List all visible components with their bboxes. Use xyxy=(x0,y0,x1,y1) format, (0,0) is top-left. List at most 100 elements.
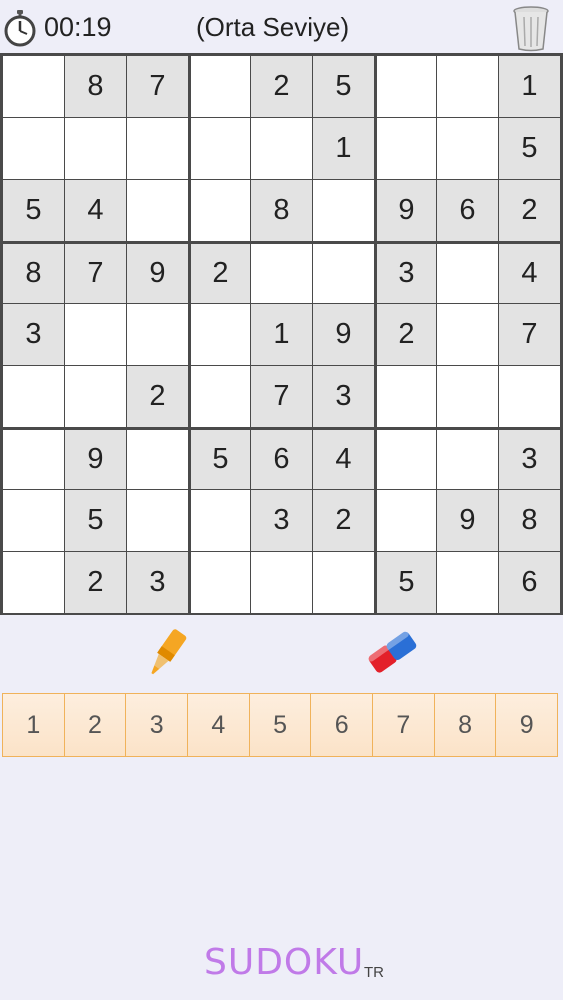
sudoku-cell[interactable]: 2 xyxy=(251,56,312,117)
number-key[interactable]: 9 xyxy=(496,694,558,756)
sudoku-cell[interactable] xyxy=(191,118,250,179)
sudoku-cell[interactable]: 2 xyxy=(313,490,374,551)
sudoku-cell[interactable] xyxy=(437,552,498,613)
sudoku-cell[interactable]: 2 xyxy=(127,366,188,427)
sudoku-cell[interactable]: 5 xyxy=(313,56,374,117)
sudoku-cell[interactable] xyxy=(437,430,498,489)
sudoku-cell[interactable] xyxy=(191,56,250,117)
sudoku-cell[interactable] xyxy=(127,490,188,551)
sudoku-cell[interactable] xyxy=(191,304,250,365)
sudoku-cell[interactable] xyxy=(3,552,64,613)
sudoku-cell[interactable] xyxy=(313,180,374,241)
sudoku-cell[interactable]: 3 xyxy=(251,490,312,551)
sudoku-cell[interactable]: 9 xyxy=(127,244,188,303)
number-key[interactable]: 4 xyxy=(188,694,249,756)
sudoku-cell[interactable]: 2 xyxy=(191,244,250,303)
number-key[interactable]: 2 xyxy=(64,694,126,756)
number-key[interactable]: 5 xyxy=(249,694,311,756)
sudoku-cell[interactable]: 4 xyxy=(313,430,374,489)
sudoku-cell[interactable]: 2 xyxy=(65,552,126,613)
sudoku-cell[interactable] xyxy=(499,366,560,427)
sudoku-cell[interactable]: 5 xyxy=(3,180,64,241)
number-key[interactable]: 3 xyxy=(126,694,188,756)
number-key[interactable]: 6 xyxy=(311,694,373,756)
sudoku-cell[interactable] xyxy=(65,304,126,365)
sudoku-cell[interactable]: 7 xyxy=(127,56,188,117)
sudoku-cell[interactable]: 1 xyxy=(313,118,374,179)
sudoku-cell[interactable] xyxy=(437,366,498,427)
difficulty-label: (Orta Seviye) xyxy=(196,12,350,42)
timer-display: 00:19 xyxy=(44,12,112,42)
sudoku-cell[interactable]: 2 xyxy=(499,180,560,241)
sudoku-cell[interactable] xyxy=(3,118,64,179)
sudoku-cell[interactable]: 6 xyxy=(437,180,498,241)
sudoku-cell[interactable]: 8 xyxy=(65,56,126,117)
sudoku-cell[interactable] xyxy=(127,118,188,179)
sudoku-cell[interactable] xyxy=(191,366,250,427)
sudoku-cell[interactable]: 5 xyxy=(191,430,250,489)
app-logo: SUDOKU xyxy=(204,942,365,983)
sudoku-cell[interactable] xyxy=(127,304,188,365)
sudoku-cell[interactable] xyxy=(313,552,374,613)
sudoku-cell[interactable] xyxy=(437,56,498,117)
sudoku-cell[interactable]: 1 xyxy=(251,304,312,365)
sudoku-cell[interactable] xyxy=(251,552,312,613)
sudoku-cell[interactable] xyxy=(3,366,64,427)
sudoku-cell[interactable]: 5 xyxy=(65,490,126,551)
sudoku-cell[interactable]: 6 xyxy=(499,552,560,613)
sudoku-cell[interactable] xyxy=(437,244,498,303)
tool-bar xyxy=(0,620,563,686)
sudoku-cell[interactable] xyxy=(437,304,498,365)
sudoku-cell[interactable]: 9 xyxy=(437,490,498,551)
sudoku-cell[interactable] xyxy=(127,430,188,489)
sudoku-cell[interactable]: 4 xyxy=(499,244,560,303)
sudoku-cell[interactable]: 7 xyxy=(65,244,126,303)
number-pad: 123456789 xyxy=(2,693,558,757)
sudoku-cell[interactable]: 2 xyxy=(377,304,436,365)
sudoku-cell[interactable]: 4 xyxy=(65,180,126,241)
sudoku-cell[interactable] xyxy=(3,430,64,489)
sudoku-cell[interactable] xyxy=(313,244,374,303)
sudoku-cell[interactable] xyxy=(127,180,188,241)
sudoku-cell[interactable] xyxy=(3,56,64,117)
eraser-icon[interactable] xyxy=(363,628,423,678)
trash-icon[interactable] xyxy=(511,4,551,52)
sudoku-cell[interactable] xyxy=(251,244,312,303)
sudoku-cell[interactable]: 3 xyxy=(3,304,64,365)
sudoku-cell[interactable] xyxy=(191,552,250,613)
sudoku-cell[interactable] xyxy=(377,56,436,117)
sudoku-cell[interactable]: 3 xyxy=(499,430,560,489)
sudoku-cell[interactable] xyxy=(437,118,498,179)
sudoku-cell[interactable]: 7 xyxy=(499,304,560,365)
highlighter-icon[interactable] xyxy=(138,626,194,682)
sudoku-cell[interactable] xyxy=(377,490,436,551)
sudoku-cell[interactable]: 8 xyxy=(251,180,312,241)
sudoku-cell[interactable] xyxy=(377,118,436,179)
app-logo-suffix: TR xyxy=(364,964,384,981)
number-key[interactable]: 8 xyxy=(434,694,496,756)
sudoku-cell[interactable] xyxy=(377,430,436,489)
sudoku-cell[interactable]: 1 xyxy=(499,56,560,117)
number-key[interactable]: 1 xyxy=(3,694,64,756)
sudoku-cell[interactable]: 7 xyxy=(251,366,312,427)
sudoku-cell[interactable]: 5 xyxy=(499,118,560,179)
sudoku-cell[interactable] xyxy=(251,118,312,179)
sudoku-cell[interactable]: 3 xyxy=(313,366,374,427)
sudoku-cell[interactable]: 3 xyxy=(127,552,188,613)
sudoku-cell[interactable]: 9 xyxy=(313,304,374,365)
sudoku-cell[interactable] xyxy=(191,180,250,241)
sudoku-cell[interactable] xyxy=(3,490,64,551)
sudoku-cell[interactable]: 9 xyxy=(65,430,126,489)
sudoku-cell[interactable]: 5 xyxy=(377,552,436,613)
brand-footer: SUDOKU TR xyxy=(0,942,563,992)
sudoku-cell[interactable]: 3 xyxy=(377,244,436,303)
sudoku-cell[interactable] xyxy=(65,366,126,427)
sudoku-cell[interactable]: 8 xyxy=(3,244,64,303)
sudoku-cell[interactable]: 6 xyxy=(251,430,312,489)
sudoku-cell[interactable]: 8 xyxy=(499,490,560,551)
sudoku-cell[interactable] xyxy=(377,366,436,427)
number-key[interactable]: 7 xyxy=(373,694,434,756)
sudoku-cell[interactable] xyxy=(191,490,250,551)
sudoku-cell[interactable]: 9 xyxy=(377,180,436,241)
sudoku-cell[interactable] xyxy=(65,118,126,179)
